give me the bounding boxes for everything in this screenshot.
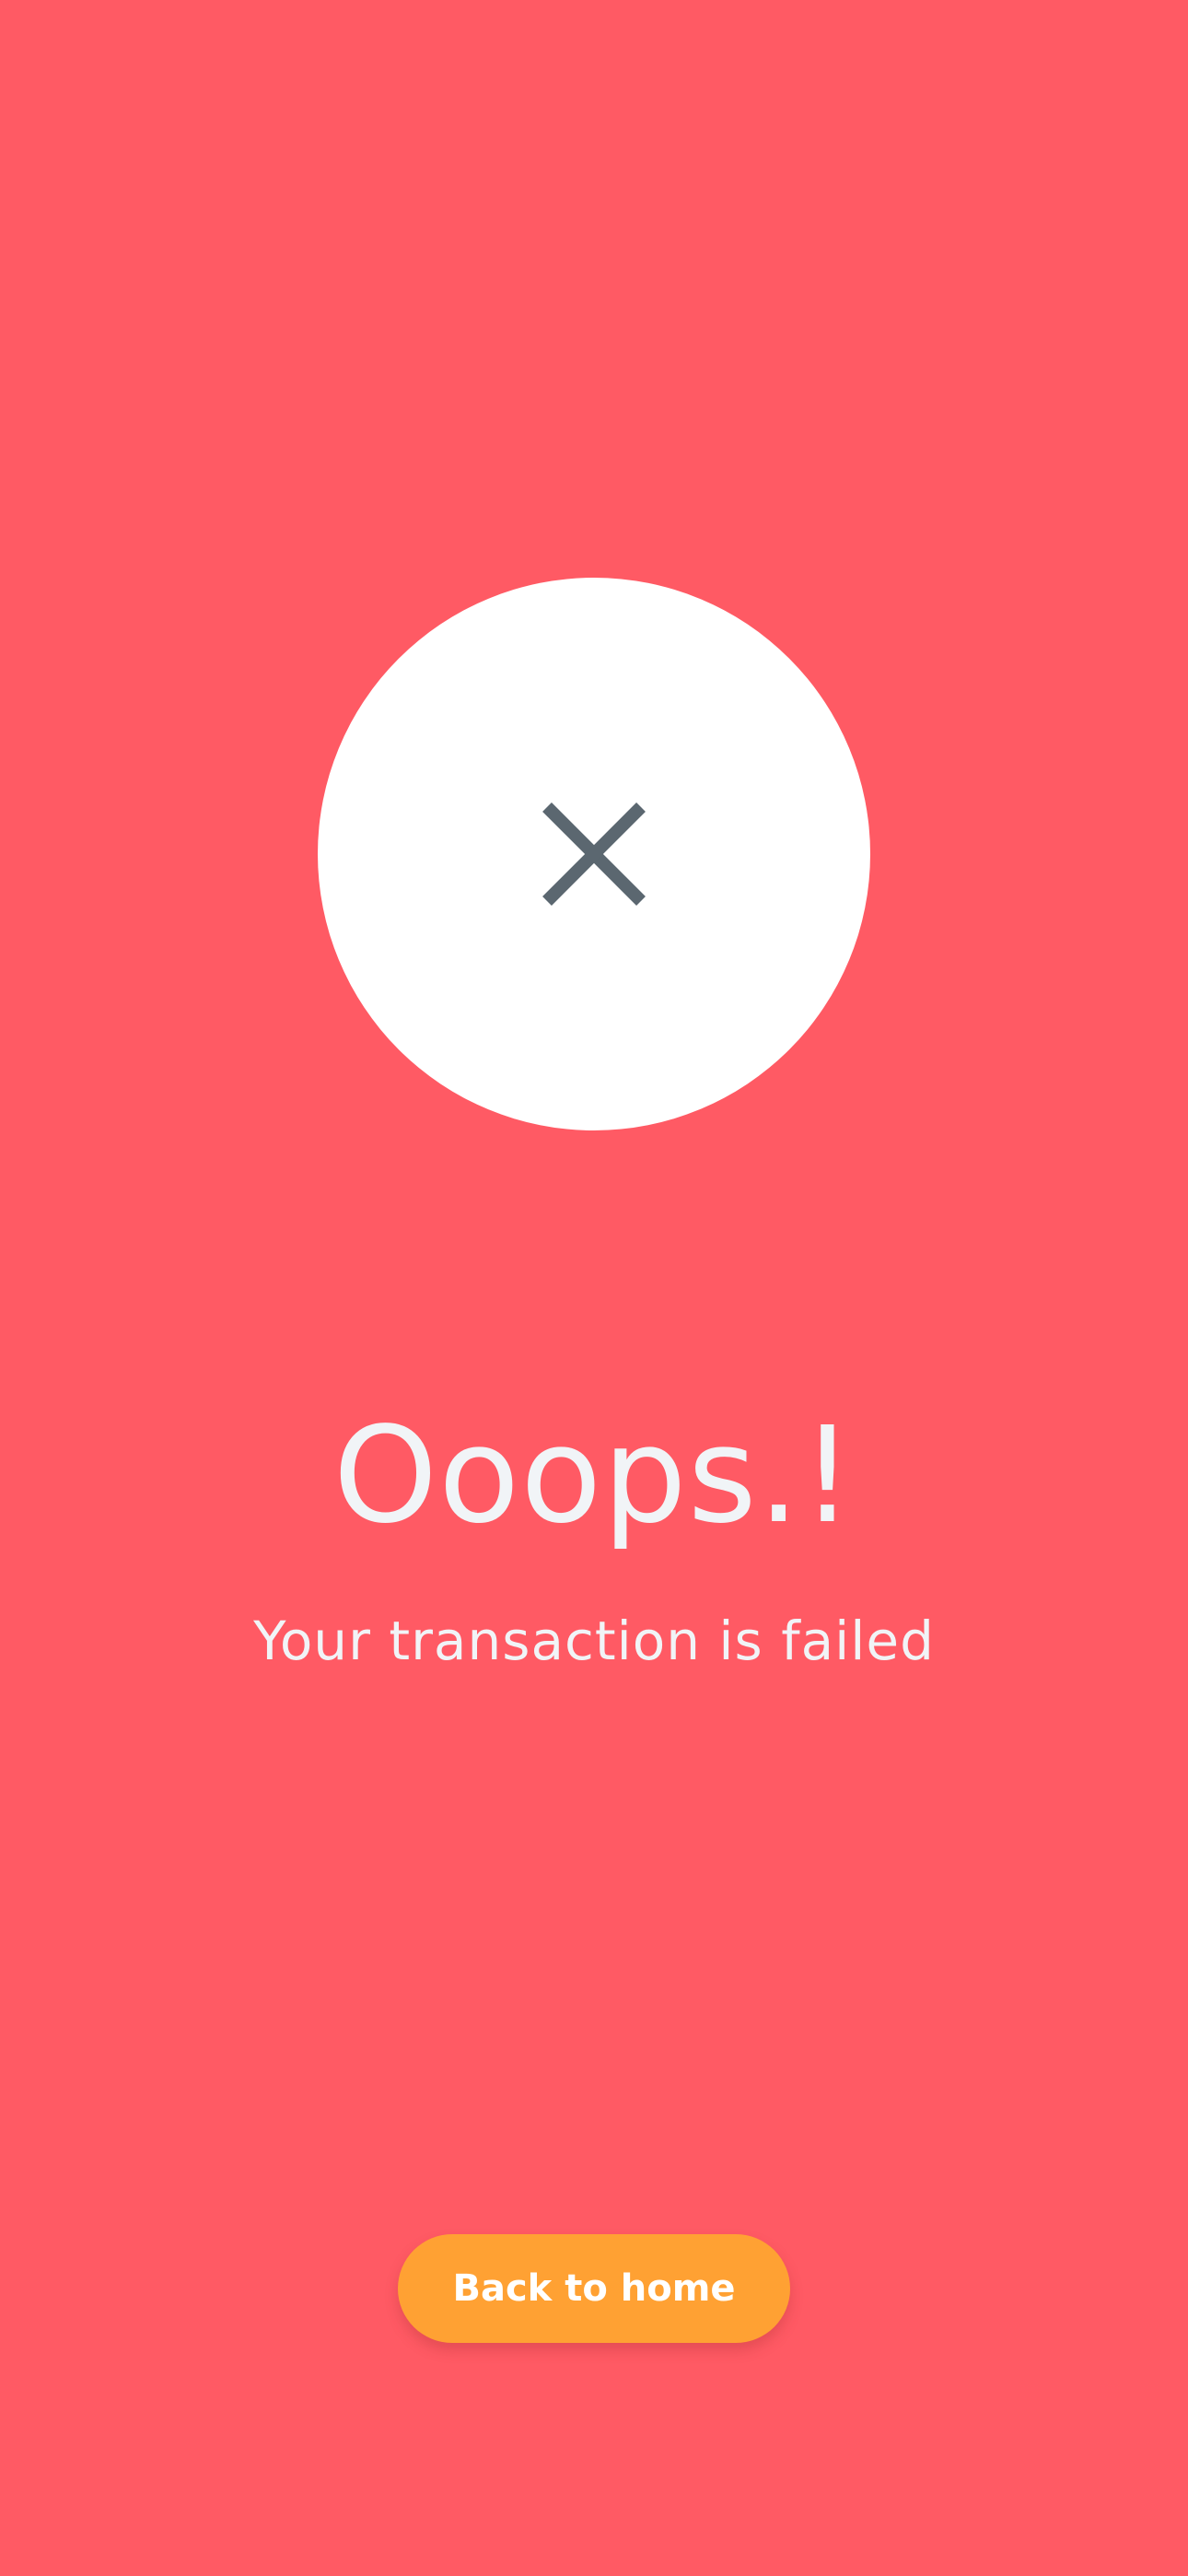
close-icon <box>542 802 646 906</box>
failure-status-circle <box>318 578 870 1130</box>
failure-title: Ooops.! <box>332 1398 856 1552</box>
back-to-home-button[interactable]: Back to home <box>398 2234 790 2343</box>
back-to-home-label: Back to home <box>452 2267 736 2310</box>
failure-message: Your transaction is failed <box>253 1610 935 1672</box>
